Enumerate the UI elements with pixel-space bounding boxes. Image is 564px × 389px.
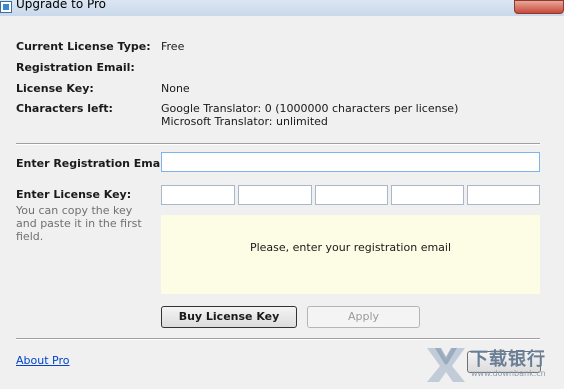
license-key-field-3[interactable]	[315, 185, 388, 205]
enter-email-label: Enter Registration Email:	[16, 157, 173, 170]
registration-email-input[interactable]	[161, 152, 540, 172]
google-translator-quota: Google Translator: 0 (1000000 characters…	[161, 102, 459, 115]
license-key-field-1[interactable]	[161, 185, 235, 205]
enter-key-label: Enter License Key:	[16, 188, 132, 201]
about-pro-link[interactable]: About Pro	[16, 354, 69, 367]
watermark-logo-icon	[427, 348, 465, 382]
buy-license-key-button[interactable]: Buy License Key	[161, 306, 297, 328]
status-message-box: Please, enter your registration email	[161, 215, 540, 294]
apply-button[interactable]: Apply	[307, 306, 420, 328]
divider-bottom	[16, 338, 540, 340]
license-key-field-4[interactable]	[391, 185, 464, 205]
license-type-value: Free	[161, 40, 185, 53]
microsoft-translator-quota: Microsoft Translator: unlimited	[161, 115, 328, 128]
registration-email-label: Registration Email:	[16, 61, 135, 74]
app-icon	[0, 1, 12, 13]
status-message: Please, enter your registration email	[249, 241, 452, 254]
watermark-text: 下载银行	[470, 349, 546, 370]
characters-left-label: Characters left:	[16, 102, 113, 115]
watermark-url: www.downbank.cn	[471, 369, 546, 378]
license-key-field-5[interactable]	[467, 185, 540, 205]
divider-top	[16, 143, 540, 145]
license-type-label: Current License Type:	[16, 40, 151, 53]
license-key-label: License Key:	[16, 82, 94, 95]
license-key-field-2[interactable]	[238, 185, 312, 205]
window-title: Upgrade to Pro	[16, 0, 107, 11]
key-hint-text: You can copy the key and paste it in the…	[16, 204, 142, 243]
window-close-button[interactable]	[514, 0, 564, 14]
title-bar: Upgrade to Pro	[0, 0, 564, 16]
license-key-value: None	[161, 82, 190, 95]
